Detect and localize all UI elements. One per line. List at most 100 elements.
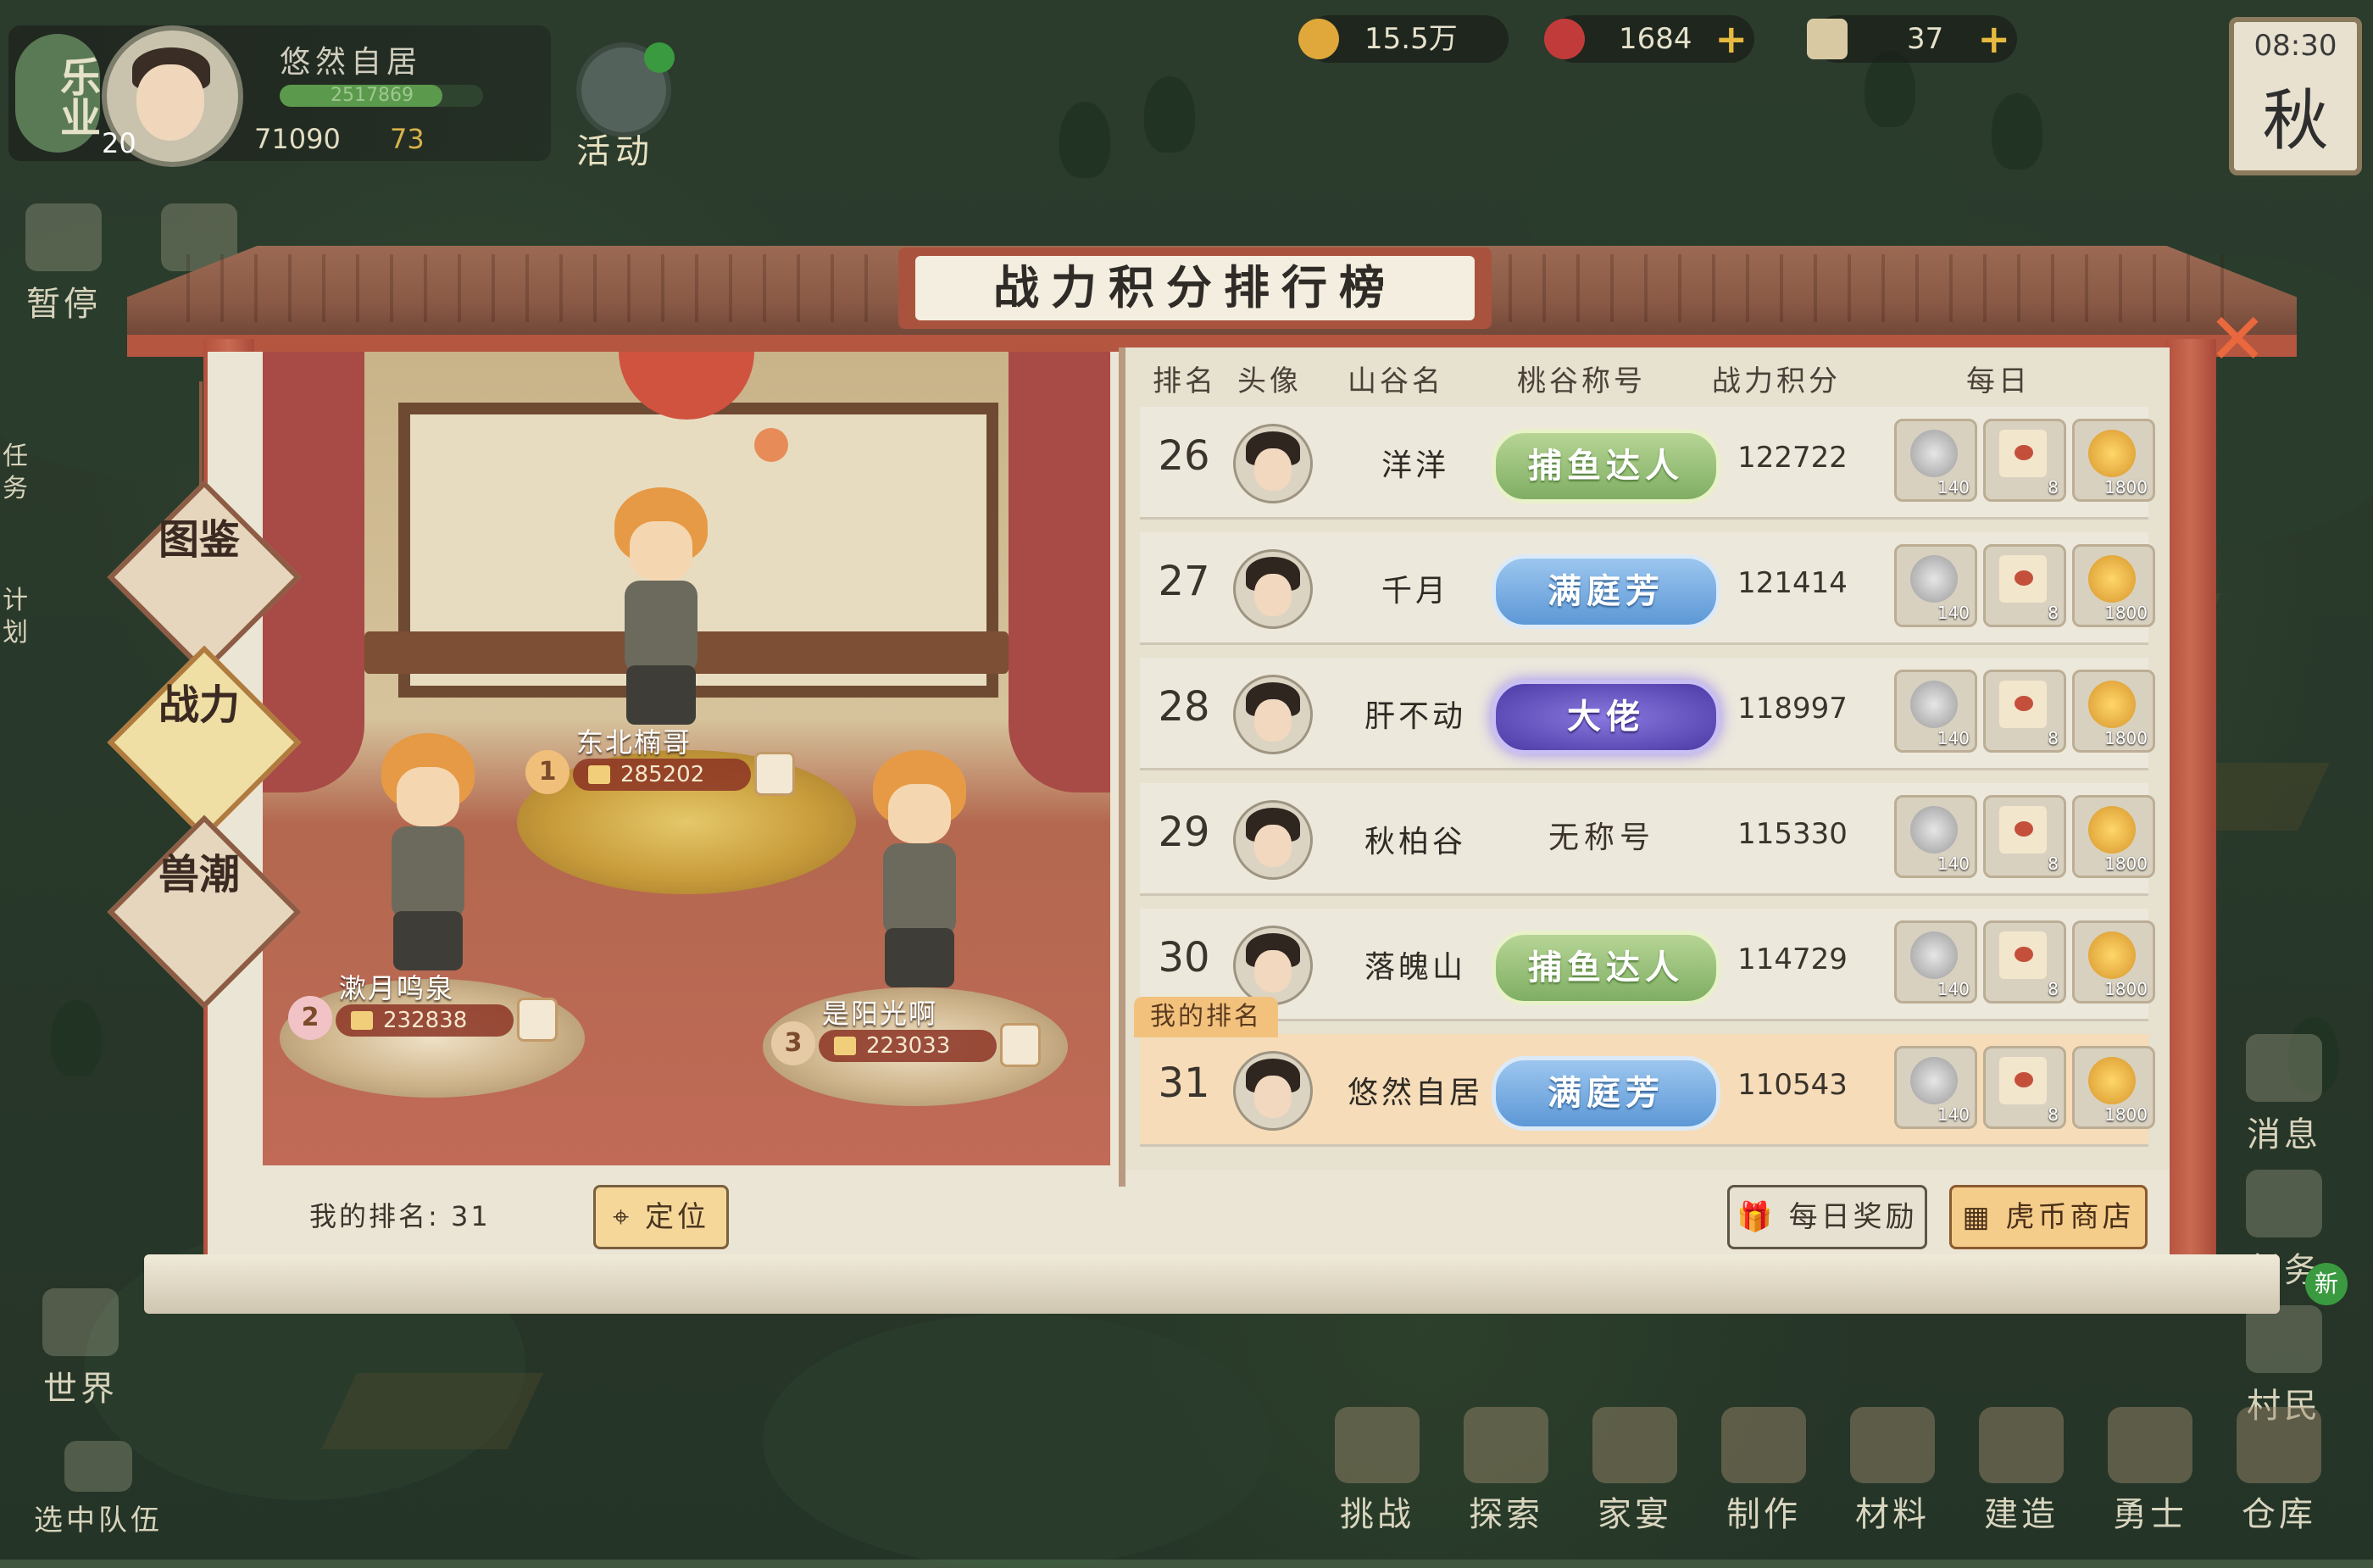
- daily-reward-item[interactable]: 8: [1983, 1046, 2066, 1129]
- daily-reward-item[interactable]: 8: [1983, 920, 2066, 1004]
- currency-coins[interactable]: 15.5万: [1298, 15, 1509, 63]
- player-avatar[interactable]: [1233, 675, 1313, 754]
- add-gems-button[interactable]: +: [1714, 15, 1748, 63]
- team-button[interactable]: 选中队伍: [34, 1441, 163, 1538]
- close-button[interactable]: ✕: [2204, 303, 2271, 375]
- pause-button[interactable]: 暂停: [25, 203, 102, 325]
- daily-reward-item[interactable]: 1800: [2072, 544, 2155, 627]
- feast-icon: [1592, 1407, 1677, 1483]
- currency-gems[interactable]: 1684 +: [1544, 15, 1754, 63]
- ranking-row[interactable]: 30 落魄山 捕鱼达人 114729 140 8 1800: [1140, 909, 2155, 1021]
- col-rank: 排名: [1153, 364, 1217, 398]
- warriors-button[interactable]: 勇士: [2095, 1407, 2205, 1536]
- red-seal-letter-icon: [1999, 931, 2047, 979]
- warehouse-button[interactable]: 仓库: [2224, 1407, 2334, 1536]
- gold-coin-icon: [2088, 430, 2136, 477]
- player-avatar[interactable]: [1233, 549, 1313, 629]
- podium-2-score: 232838: [336, 1004, 514, 1037]
- daily-reward-item[interactable]: 8: [1983, 795, 2066, 878]
- row-rank: 29: [1158, 809, 1210, 856]
- ranking-row[interactable]: 27 千月 满庭芳 121414 140 8 1800: [1140, 532, 2155, 645]
- daily-reward-item[interactable]: 8: [1983, 670, 2066, 753]
- modal-title: 战力积分排行榜: [915, 256, 1475, 320]
- my-ranking-row[interactable]: 31 悠然自居 满庭芳 110543 140 8 1800: [1140, 1034, 2155, 1147]
- player-avatar[interactable]: [1233, 1051, 1313, 1131]
- shop-icon: ▦: [1962, 1200, 2006, 1234]
- col-daily: 每日: [1966, 364, 2031, 398]
- title-badge: 无称号: [1548, 820, 1655, 855]
- team-icon: [64, 1441, 132, 1492]
- reward-quantity: 1800: [2104, 1104, 2148, 1125]
- explore-label: 探索: [1469, 1495, 1543, 1534]
- ticket-icon: [1807, 19, 1848, 59]
- warehouse-label: 仓库: [2242, 1495, 2316, 1534]
- player-name: 悠然自居: [280, 45, 423, 80]
- locate-button[interactable]: ⌖ 定位: [593, 1185, 729, 1249]
- combat-score: 114729: [1737, 942, 1848, 976]
- daily-reward-item[interactable]: 140: [1894, 920, 1977, 1004]
- explore-button[interactable]: 探索: [1451, 1407, 1561, 1536]
- card-icon[interactable]: [754, 752, 795, 796]
- card-icon[interactable]: [517, 998, 558, 1042]
- daily-reward-item[interactable]: 1800: [2072, 670, 2155, 753]
- craft-button[interactable]: 制作: [1709, 1407, 1819, 1536]
- combat-score: 121414: [1737, 566, 1848, 600]
- currency-tickets[interactable]: 37 +: [1807, 15, 2017, 63]
- season-clock: 08:30 秋: [2229, 17, 2362, 175]
- daily-reward-item[interactable]: 140: [1894, 795, 1977, 878]
- daily-reward-item[interactable]: 140: [1894, 1046, 1977, 1129]
- card-icon[interactable]: [1000, 1023, 1041, 1067]
- podium-1-score: 285202: [573, 759, 751, 791]
- title-badge: 大佬: [1492, 680, 1720, 754]
- ranking-row[interactable]: 26 洋洋 捕鱼达人 122722 140 8 1800: [1140, 407, 2155, 520]
- add-tickets-button[interactable]: +: [1977, 15, 2010, 63]
- clock-season: 秋: [2262, 83, 2329, 159]
- scroll-icon: [2246, 1170, 2322, 1237]
- daily-reward-item[interactable]: 1800: [2072, 419, 2155, 502]
- message-button[interactable]: 消息: [2246, 1034, 2322, 1156]
- ranking-row[interactable]: 28 肝不动 大佬 118997 140 8 1800: [1140, 658, 2155, 770]
- plan-side-button[interactable]: 计划: [0, 585, 34, 649]
- materials-icon: [1850, 1407, 1935, 1483]
- coins-value: 15.5万: [1364, 22, 1458, 56]
- daily-reward-button[interactable]: 🎁 每日奖励: [1727, 1185, 1927, 1249]
- daily-reward-item[interactable]: 1800: [2072, 795, 2155, 878]
- player-avatar[interactable]: [1233, 800, 1313, 880]
- feast-button[interactable]: 家宴: [1580, 1407, 1690, 1536]
- materials-button[interactable]: 材料: [1837, 1407, 1948, 1536]
- red-seal-letter-icon: [1999, 430, 2047, 477]
- exp-value: 2517869: [331, 85, 414, 106]
- player-avatar[interactable]: [1233, 424, 1313, 503]
- task-side-button[interactable]: 任务: [0, 441, 34, 505]
- daily-reward-item[interactable]: 140: [1894, 419, 1977, 502]
- daily-reward-item[interactable]: 1800: [2072, 920, 2155, 1004]
- tiger-shop-button[interactable]: ▦ 虎币商店: [1949, 1185, 2148, 1249]
- task-side-label: 任务: [3, 442, 31, 503]
- silver-coin-icon: [1910, 681, 1958, 728]
- reward-quantity: 140: [1937, 728, 1970, 748]
- ranking-row[interactable]: 29 秋柏谷 无称号 115330 140 8 1800: [1140, 783, 2155, 896]
- my-rank-tag: 我的排名: [1134, 997, 1278, 1037]
- reward-quantity: 1800: [2104, 979, 2148, 999]
- reward-quantity: 140: [1937, 603, 1970, 623]
- daily-reward-item[interactable]: 140: [1894, 544, 1977, 627]
- build-button[interactable]: 建造: [1966, 1407, 2076, 1536]
- daily-reward-item[interactable]: 8: [1983, 419, 2066, 502]
- world-button[interactable]: 世界: [42, 1288, 119, 1410]
- daily-reward-item[interactable]: 1800: [2072, 1046, 2155, 1129]
- daily-reward-item[interactable]: 8: [1983, 544, 2066, 627]
- valley-name: 落魄山: [1364, 950, 1466, 985]
- pause-label: 暂停: [26, 285, 101, 324]
- explore-icon: [1464, 1407, 1548, 1483]
- player-avatar[interactable]: [1233, 926, 1313, 1005]
- activity-button[interactable]: 活动: [559, 42, 686, 171]
- challenge-button[interactable]: 挑战: [1322, 1407, 1432, 1536]
- daily-reward-item[interactable]: 140: [1894, 670, 1977, 753]
- podium-3-score: 223033: [819, 1030, 997, 1062]
- reward-quantity: 8: [2048, 728, 2059, 748]
- col-avatar: 头像: [1237, 364, 1302, 398]
- title-badge: 捕鱼达人: [1492, 931, 1720, 1005]
- table-divider: [1119, 348, 1125, 1187]
- valley-name: 洋洋: [1381, 448, 1449, 483]
- title-badge: 捕鱼达人: [1492, 429, 1720, 503]
